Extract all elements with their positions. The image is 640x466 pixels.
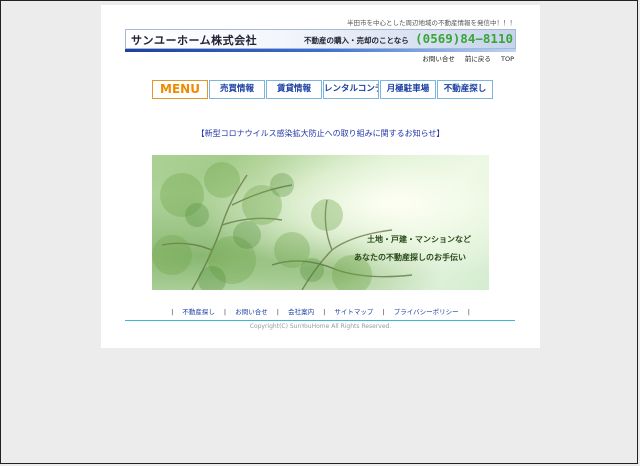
util-back-link[interactable]: 前に戻る — [465, 55, 491, 63]
footer-separator: | — [276, 308, 279, 316]
footer-divider — [125, 320, 515, 321]
menu-item-search[interactable]: 不動産探し — [437, 80, 493, 99]
footer-separator: | — [171, 308, 174, 316]
menu-title: MENU — [152, 80, 208, 99]
footer-separator: | — [223, 308, 227, 316]
footer-link-company[interactable]: 会社案内 — [288, 308, 314, 316]
hero-line-1: 土地・戸建・マンションなど — [367, 235, 471, 244]
menu-item-parking[interactable]: 月極駐車場 — [380, 80, 436, 99]
footer-link-sitemap[interactable]: サイトマップ — [334, 308, 373, 316]
footer-separator: | — [382, 308, 385, 316]
header-slogan: 不動産の購入・売却のことなら — [304, 36, 409, 45]
menu-item-rental[interactable]: 賃貸情報 — [266, 80, 322, 99]
page-container: 半田市を中心とした周辺地域の不動産情報を発信中！！！ サンユーホーム株式会社 不… — [101, 5, 540, 348]
footer-link-privacy[interactable]: プライバシーポリシー — [394, 308, 459, 316]
menu-item-container[interactable]: レンタルコンテナ — [323, 80, 379, 99]
covid-notice-link[interactable]: 【新型コロナウイルス感染拡大防止への取り組みに関するお知らせ】 — [101, 128, 540, 139]
footer-separator: | — [467, 308, 470, 316]
hero-line-2: あなたの不動産探しのお手伝い — [354, 253, 466, 262]
hero-banner: 土地・戸建・マンションなど あなたの不動産探しのお手伝い — [152, 155, 489, 290]
footer-nav: | 不動産探し | お問い合せ | 会社案内 | サイトマップ | プライバシー… — [101, 306, 540, 316]
company-name: サンユーホーム株式会社 — [131, 34, 258, 47]
header-underline — [125, 49, 516, 52]
header-tagline: 半田市を中心とした周辺地域の不動産情報を発信中！！！ — [347, 19, 516, 27]
util-top-link[interactable]: TOP — [501, 55, 514, 63]
footer-link-search[interactable]: 不動産探し — [182, 308, 215, 316]
tree-illustration — [152, 162, 413, 290]
copyright-text: Copyright(C) SunYouHome All Rights Reser… — [249, 323, 392, 330]
menu-item-sales[interactable]: 売買情報 — [209, 80, 265, 99]
util-contact-link[interactable]: お問い合せ — [422, 55, 455, 63]
footer-separator: | — [323, 308, 326, 316]
footer-link-contact[interactable]: お問い合せ — [235, 308, 268, 316]
utility-nav: お問い合せ 前に戻る TOP — [414, 53, 514, 63]
phone-number: (0569)84−8110 — [415, 31, 513, 46]
main-menu: MENU 売買情報 賃貸情報 レンタルコンテナ 月極駐車場 不動産探し — [152, 80, 494, 99]
header-banner: サンユーホーム株式会社 不動産の購入・売却のことなら (0569)84−8110 — [125, 29, 516, 49]
